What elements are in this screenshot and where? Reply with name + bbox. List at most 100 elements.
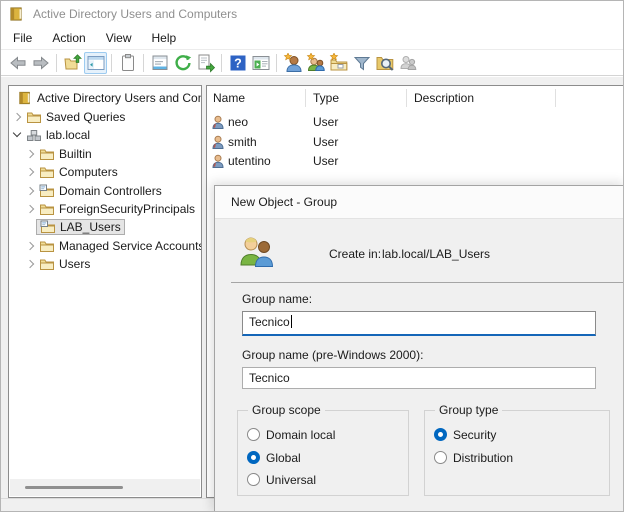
radio-domain-local[interactable]: Domain local xyxy=(247,427,335,442)
dialog-title-bar[interactable]: New Object - Group xyxy=(215,186,624,219)
chevron-right-icon[interactable] xyxy=(25,254,36,273)
console-book-icon xyxy=(17,91,33,105)
toolbar-separator xyxy=(111,54,112,72)
domain-icon xyxy=(26,128,42,142)
properties-icon[interactable] xyxy=(148,52,171,74)
user-icon xyxy=(212,135,224,149)
folder-icon xyxy=(39,165,55,179)
new-user-icon[interactable] xyxy=(281,52,304,74)
tree-item-lab-local[interactable]: lab.local xyxy=(9,125,201,144)
help-icon[interactable]: ? xyxy=(226,52,249,74)
folder-icon xyxy=(39,257,55,271)
group-scope-legend: Group scope xyxy=(248,403,325,417)
new-object-group-dialog: New Object - Group Create in: lab.local/… xyxy=(214,185,624,512)
organizational-unit-icon xyxy=(39,184,55,198)
chevron-right-icon[interactable] xyxy=(25,236,36,255)
group-type-groupbox: Group type Security Distribution xyxy=(424,410,610,496)
group-name-input[interactable]: Tecnico xyxy=(242,311,596,336)
list-row-neo[interactable]: neo User xyxy=(207,112,624,132)
toolbar-separator xyxy=(221,54,222,72)
radio-icon[interactable] xyxy=(247,473,260,486)
radio-icon[interactable] xyxy=(434,451,447,464)
column-divider[interactable] xyxy=(305,89,306,107)
radio-distribution[interactable]: Distribution xyxy=(434,450,513,465)
group-name-pre2000-label: Group name (pre-Windows 2000): xyxy=(242,348,423,362)
user-icon xyxy=(212,115,224,129)
chevron-right-icon[interactable] xyxy=(25,162,36,181)
window-title: Active Directory Users and Computers xyxy=(33,7,237,21)
user-icon xyxy=(212,154,224,168)
column-header-type[interactable]: Type xyxy=(313,91,339,105)
folder-icon xyxy=(39,202,55,216)
column-header-name[interactable]: Name xyxy=(213,91,245,105)
refresh-icon[interactable] xyxy=(171,52,194,74)
radio-global[interactable]: Global xyxy=(247,450,301,465)
create-in-label: Create in: xyxy=(329,247,381,261)
folder-icon xyxy=(39,239,55,253)
back-icon[interactable] xyxy=(6,52,29,74)
clipboard-icon[interactable] xyxy=(116,52,139,74)
tree-item-users[interactable]: Users xyxy=(9,254,201,273)
column-divider[interactable] xyxy=(406,89,407,107)
list-row-smith[interactable]: smith User xyxy=(207,132,624,152)
console-tree-panel: Active Directory Users and Computers Sav… xyxy=(8,85,202,498)
group-icon xyxy=(239,235,275,269)
chevron-right-icon[interactable] xyxy=(12,107,23,126)
folder-icon xyxy=(39,147,55,161)
list-row-utentino[interactable]: utentino User xyxy=(207,151,624,171)
aduc-window: Active Directory Users and Computers Fil… xyxy=(0,0,624,512)
tree-item-computers[interactable]: Computers xyxy=(9,162,201,181)
radio-icon[interactable] xyxy=(247,451,260,464)
radio-universal[interactable]: Universal xyxy=(247,472,316,487)
svg-text:?: ? xyxy=(234,56,242,70)
up-one-level-icon[interactable] xyxy=(61,52,84,74)
dialog-separator xyxy=(231,282,624,283)
column-header-description[interactable]: Description xyxy=(414,91,474,105)
show-console-tree-icon[interactable] xyxy=(84,52,107,74)
menu-help[interactable]: Help xyxy=(142,29,187,47)
dialog-title: New Object - Group xyxy=(231,195,337,209)
group-name-label: Group name: xyxy=(242,292,312,306)
menu-action[interactable]: Action xyxy=(42,29,95,47)
chevron-right-icon[interactable] xyxy=(25,199,36,218)
group-name-pre2000-input[interactable]: Tecnico xyxy=(242,367,596,389)
toolbar-separator xyxy=(56,54,57,72)
list-header: Name Type Description xyxy=(207,86,624,110)
add-to-group-disabled-icon xyxy=(396,52,419,74)
organizational-unit-icon xyxy=(40,220,56,234)
tree-item-foreign-security-principals[interactable]: ForeignSecurityPrincipals xyxy=(9,199,201,218)
radio-security[interactable]: Security xyxy=(434,427,496,442)
find-icon[interactable] xyxy=(373,52,396,74)
chevron-right-icon[interactable] xyxy=(25,144,36,163)
chevron-right-icon[interactable] xyxy=(25,181,36,200)
text-caret xyxy=(291,315,292,328)
new-group-icon[interactable] xyxy=(304,52,327,74)
menu-file[interactable]: File xyxy=(3,29,42,47)
group-type-legend: Group type xyxy=(435,403,502,417)
folder-icon xyxy=(26,110,42,124)
horizontal-scrollbar[interactable] xyxy=(10,479,200,496)
radio-icon[interactable] xyxy=(247,428,260,441)
toolbar-separator xyxy=(143,54,144,72)
tree-item-builtin[interactable]: Builtin xyxy=(9,144,201,163)
forward-icon[interactable] xyxy=(29,52,52,74)
tree-item-saved-queries[interactable]: Saved Queries xyxy=(9,107,201,126)
tree-item-root[interactable]: Active Directory Users and Computers xyxy=(9,88,201,107)
scrollbar-thumb[interactable] xyxy=(25,486,123,489)
toolbar: ? xyxy=(1,49,623,76)
tree-item-lab-users[interactable]: LAB_Users xyxy=(9,217,201,236)
new-organizational-unit-icon[interactable] xyxy=(327,52,350,74)
show-window-icon[interactable] xyxy=(249,52,272,74)
toolbar-separator xyxy=(276,54,277,72)
filter-icon[interactable] xyxy=(350,52,373,74)
title-bar[interactable]: Active Directory Users and Computers xyxy=(1,1,623,27)
column-divider[interactable] xyxy=(555,89,556,107)
chevron-down-icon[interactable] xyxy=(12,125,23,144)
tree-item-managed-service-accounts[interactable]: Managed Service Accounts xyxy=(9,236,201,255)
menu-view[interactable]: View xyxy=(96,29,142,47)
tree-item-domain-controllers[interactable]: Domain Controllers xyxy=(9,181,201,200)
radio-icon[interactable] xyxy=(434,428,447,441)
group-scope-groupbox: Group scope Domain local Global Universa… xyxy=(237,410,409,496)
export-list-icon[interactable] xyxy=(194,52,217,74)
console-book-icon xyxy=(9,6,24,22)
